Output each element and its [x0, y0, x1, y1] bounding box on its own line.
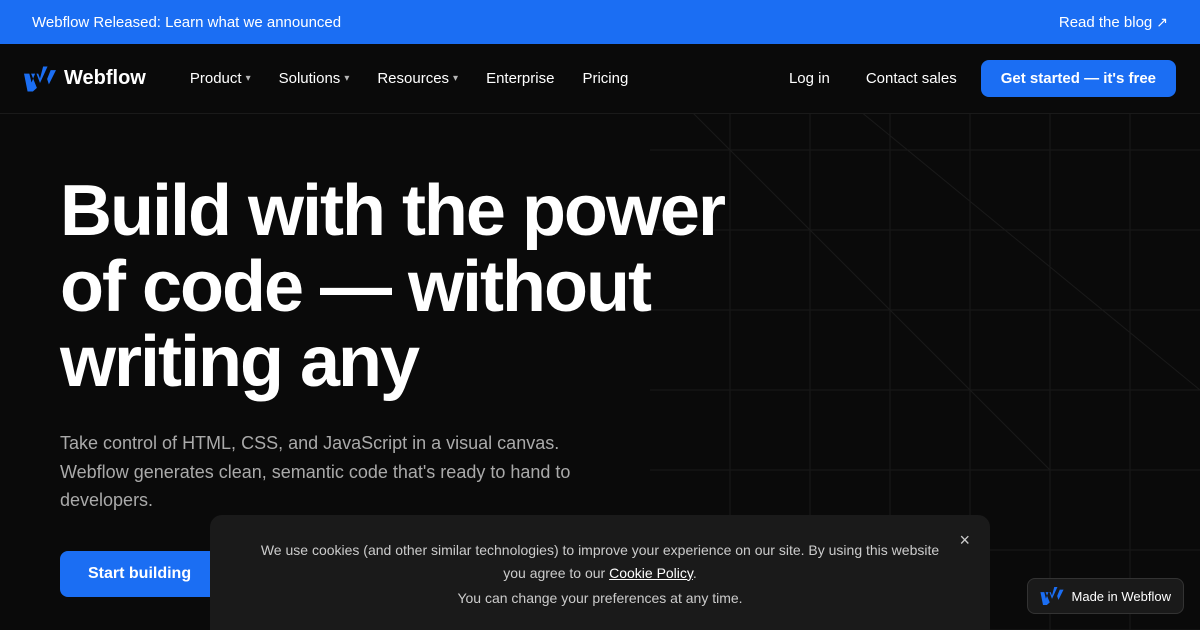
contact-sales-link[interactable]: Contact sales — [854, 62, 969, 95]
nav-enterprise[interactable]: Enterprise — [474, 62, 566, 95]
hero-subtitle: Take control of HTML, CSS, and JavaScrip… — [60, 429, 580, 515]
cookie-policy-link[interactable]: Cookie Policy — [609, 565, 693, 581]
webflow-logo-icon — [24, 66, 56, 92]
login-link[interactable]: Log in — [777, 62, 842, 95]
start-building-button[interactable]: Start building — [60, 551, 219, 597]
nav-right: Log in Contact sales Get started — it's … — [777, 60, 1176, 97]
announcement-link[interactable]: Read the blog ↗ — [1059, 14, 1168, 31]
cookie-main-text: We use cookies (and other similar techno… — [250, 539, 950, 584]
navbar: Webflow Product ▾ Solutions ▾ Resources … — [0, 44, 1200, 114]
nav-resources[interactable]: Resources ▾ — [365, 62, 470, 95]
cookie-close-button[interactable]: × — [959, 531, 970, 549]
nav-solutions[interactable]: Solutions ▾ — [267, 62, 362, 95]
announcement-link-text: Read the blog — [1059, 14, 1152, 31]
announcement-text: Webflow Released: Learn what we announce… — [32, 14, 341, 31]
made-in-webflow-text: Made in Webflow — [1072, 589, 1171, 604]
cookie-banner: × We use cookies (and other similar tech… — [210, 515, 990, 630]
nav-product[interactable]: Product ▾ — [178, 62, 263, 95]
logo-text: Webflow — [64, 67, 146, 90]
webflow-badge-icon — [1040, 587, 1064, 605]
hero-section: Build with the power of code — without w… — [0, 114, 1200, 630]
made-in-webflow-badge[interactable]: Made in Webflow — [1027, 578, 1184, 614]
chevron-down-icon: ▾ — [344, 73, 349, 84]
chevron-down-icon: ▾ — [246, 73, 251, 84]
announcement-arrow-icon: ↗ — [1156, 14, 1168, 31]
nav-links: Product ▾ Solutions ▾ Resources ▾ Enterp… — [178, 62, 777, 95]
cookie-preference-text: You can change your preferences at any t… — [250, 590, 950, 606]
chevron-down-icon: ▾ — [453, 73, 458, 84]
get-started-button[interactable]: Get started — it's free — [981, 60, 1176, 97]
hero-title: Build with the power of code — without w… — [60, 174, 760, 401]
logo-link[interactable]: Webflow — [24, 66, 146, 92]
announcement-bar: Webflow Released: Learn what we announce… — [0, 0, 1200, 44]
nav-pricing[interactable]: Pricing — [570, 62, 640, 95]
